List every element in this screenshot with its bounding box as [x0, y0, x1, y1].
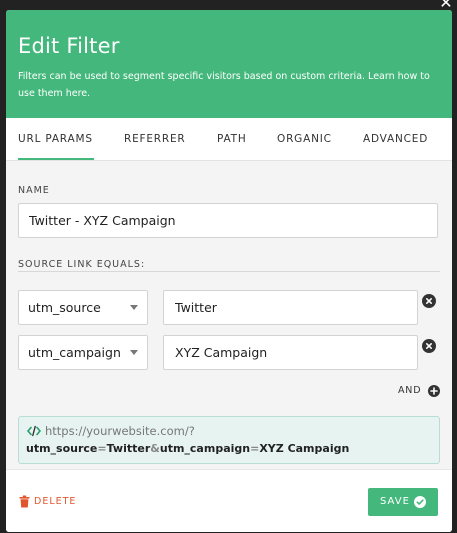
preview-param-key: utm_campaign [159, 442, 251, 455]
trash-icon [19, 495, 30, 508]
chevron-down-icon [130, 350, 138, 355]
param-select-utm-campaign[interactable]: utm_campaign [18, 335, 148, 370]
divider [18, 271, 440, 272]
remove-circle-icon[interactable] [422, 294, 436, 308]
param-value-input-source[interactable] [163, 290, 418, 325]
param-select-value: utm_source [28, 300, 101, 315]
param-select-utm-source[interactable]: utm_source [18, 290, 148, 325]
filter-tabs: URL PARAMS REFERRER PATH ORGANIC ADVANCE… [6, 118, 452, 161]
modal-header: Edit Filter Filters can be used to segme… [6, 10, 452, 118]
source-link-label: SOURCE LINK EQUALS: [18, 259, 146, 270]
preview-base-url: https://yourwebsite.com/? [45, 424, 195, 438]
filter-form: NAME SOURCE LINK EQUALS: utm_source utm_… [6, 161, 452, 469]
close-icon[interactable]: ✕ [438, 0, 454, 11]
tab-path[interactable]: PATH [217, 118, 247, 158]
filter-name-input[interactable] [18, 203, 438, 238]
param-select-value: utm_campaign [28, 345, 121, 360]
preview-equals: = [250, 442, 260, 455]
code-icon [27, 425, 41, 437]
edit-filter-modal: Edit Filter Filters can be used to segme… [6, 10, 452, 532]
preview-query-string: utm_source=Twitter&utm_campaign=XYZ Camp… [26, 442, 349, 455]
remove-circle-icon[interactable] [422, 339, 436, 353]
name-label: NAME [18, 185, 50, 196]
chevron-down-icon [130, 305, 138, 310]
modal-description: Filters can be used to segment specific … [18, 71, 430, 99]
preview-param-value: Twitter [106, 442, 151, 455]
check-circle-icon [414, 496, 426, 508]
preview-param-value: XYZ Campaign [259, 442, 350, 455]
tab-advanced[interactable]: ADVANCED [363, 118, 428, 158]
delete-label: DELETE [34, 496, 77, 507]
add-circle-icon [428, 385, 440, 397]
tab-url-params[interactable]: URL PARAMS [18, 118, 94, 160]
save-button[interactable]: SAVE [368, 488, 438, 516]
modal-title: Edit Filter [18, 34, 120, 58]
modal-footer: DELETE SAVE [6, 469, 452, 532]
tab-referrer[interactable]: REFERRER [124, 118, 186, 158]
preview-equals: = [97, 442, 107, 455]
tab-organic[interactable]: ORGANIC [277, 118, 332, 158]
preview-separator: & [150, 442, 160, 455]
url-preview: https://yourwebsite.com/? utm_source=Twi… [18, 416, 440, 464]
param-value-input-campaign[interactable] [163, 335, 418, 370]
and-label: AND [398, 385, 422, 396]
preview-param-key: utm_source [26, 442, 98, 455]
save-label: SAVE [380, 496, 410, 507]
